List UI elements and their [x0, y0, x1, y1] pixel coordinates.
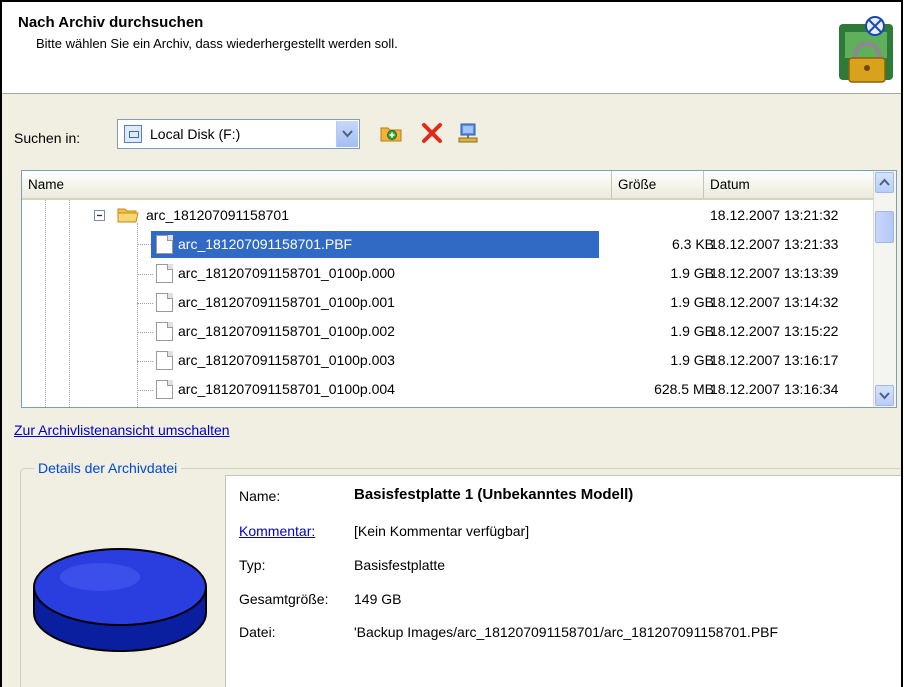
detail-value-file: 'Backup Images/arc_181207091158701/arc_1… [354, 624, 779, 640]
file-size: 628.5 MB [654, 381, 714, 397]
file-name: arc_181207091158701_0100p.003 [178, 352, 395, 368]
folder-open-icon [117, 208, 139, 223]
file-date: 18.12.2007 13:13:39 [710, 265, 839, 281]
detail-value-type: Basisfestplatte [354, 557, 446, 573]
file-icon [156, 380, 173, 399]
file-icon [156, 293, 173, 312]
detail-label-type: Typ: [239, 557, 266, 573]
tree-row-file[interactable]: arc_181207091158701_0100p.002 1.9 GB 18.… [22, 317, 873, 346]
detail-value-name: Basisfestplatte 1 (Unbekanntes Modell) [354, 486, 634, 503]
network-drive-icon[interactable] [456, 121, 480, 145]
basic-disk-icon [33, 548, 207, 652]
file-size: 1.9 GB [670, 352, 714, 368]
tree-row-folder[interactable]: arc_181207091158701 18.12.2007 13:21:32 [22, 201, 873, 230]
file-date: 18.12.2007 13:15:22 [710, 323, 839, 339]
detail-value-comment: [Kein Kommentar verfügbar] [354, 523, 530, 539]
tree-row-file[interactable]: arc_181207091158701_0100p.001 1.9 GB 18.… [22, 288, 873, 317]
file-name: arc_181207091158701_0100p.000 [178, 265, 395, 281]
scroll-thumb[interactable] [875, 211, 894, 243]
archive-details-title: Details der Archivdatei [34, 460, 182, 476]
chevron-down-icon [879, 392, 890, 400]
column-header-row: Name Größe Datum [22, 171, 873, 200]
folder-name: arc_181207091158701 [146, 207, 289, 223]
file-icon [156, 264, 173, 283]
file-size: 1.9 GB [670, 323, 714, 339]
detail-label-total-size: Gesamtgröße: [239, 591, 329, 607]
local-disk-icon [124, 125, 142, 143]
wizard-window: Nach Archiv durchsuchen Bitte wählen Sie… [0, 0, 903, 687]
detail-label-name: Name: [239, 488, 281, 504]
file-size: 6.3 KB [671, 236, 714, 252]
location-dropdown[interactable]: Local Disk (F:) [117, 119, 360, 149]
scroll-up-button[interactable] [875, 172, 894, 193]
file-date: 18.12.2007 13:21:33 [710, 236, 839, 252]
wizard-header: Nach Archiv durchsuchen Bitte wählen Sie… [2, 2, 901, 94]
column-header-name[interactable]: Name [22, 171, 612, 198]
location-value: Local Disk (F:) [150, 126, 241, 142]
new-folder-icon[interactable] [379, 121, 403, 145]
file-icon [156, 322, 173, 341]
delete-icon[interactable] [420, 121, 444, 145]
file-icon [156, 235, 173, 254]
chevron-down-icon [342, 130, 353, 138]
folder-date: 18.12.2007 13:21:32 [710, 207, 839, 223]
scroll-down-button[interactable] [875, 385, 894, 406]
file-date: 18.12.2007 13:14:32 [710, 294, 839, 310]
file-name: arc_181207091158701_0100p.002 [178, 323, 395, 339]
file-size: 1.9 GB [670, 265, 714, 281]
tree-row-file[interactable]: arc_181207091158701_0100p.000 1.9 GB 18.… [22, 259, 873, 288]
archive-file-tree[interactable]: Name Größe Datum arc_181207091158701 18.… [21, 170, 897, 408]
search-in-label: Suchen in: [14, 130, 81, 146]
archive-details-panel [225, 475, 901, 687]
vertical-scrollbar[interactable] [873, 171, 896, 407]
detail-label-comment-link[interactable]: Kommentar: [239, 523, 315, 539]
page-title: Nach Archiv durchsuchen [18, 14, 204, 31]
page-subtitle: Bitte wählen Sie ein Archiv, dass wieder… [36, 36, 398, 51]
dropdown-arrow-button[interactable] [336, 121, 358, 147]
tree-row-file[interactable]: arc_181207091158701_0100p.004 628.5 MB 1… [22, 375, 873, 404]
file-date: 18.12.2007 13:16:34 [710, 381, 839, 397]
file-name: arc_181207091158701_0100p.004 [178, 381, 395, 397]
collapse-icon[interactable] [94, 210, 105, 221]
file-size: 1.9 GB [670, 294, 714, 310]
file-icon [156, 351, 173, 370]
file-name: arc_181207091158701_0100p.001 [178, 294, 395, 310]
file-name: arc_181207091158701.PBF [178, 236, 353, 252]
file-date: 18.12.2007 13:16:17 [710, 352, 839, 368]
toggle-archive-list-view-link[interactable]: Zur Archivlistenansicht umschalten [14, 422, 230, 438]
tree-row-file[interactable]: arc_181207091158701_0100p.003 1.9 GB 18.… [22, 346, 873, 375]
detail-label-file: Datei: [239, 624, 276, 640]
detail-value-total-size: 149 GB [354, 591, 402, 607]
chevron-up-icon [879, 178, 890, 186]
archive-lock-icon [839, 16, 893, 83]
tree-row-file-selected[interactable]: arc_181207091158701.PBF 6.3 KB 18.12.200… [22, 230, 873, 259]
column-header-size[interactable]: Größe [612, 171, 704, 198]
column-header-date[interactable]: Datum [704, 171, 873, 198]
